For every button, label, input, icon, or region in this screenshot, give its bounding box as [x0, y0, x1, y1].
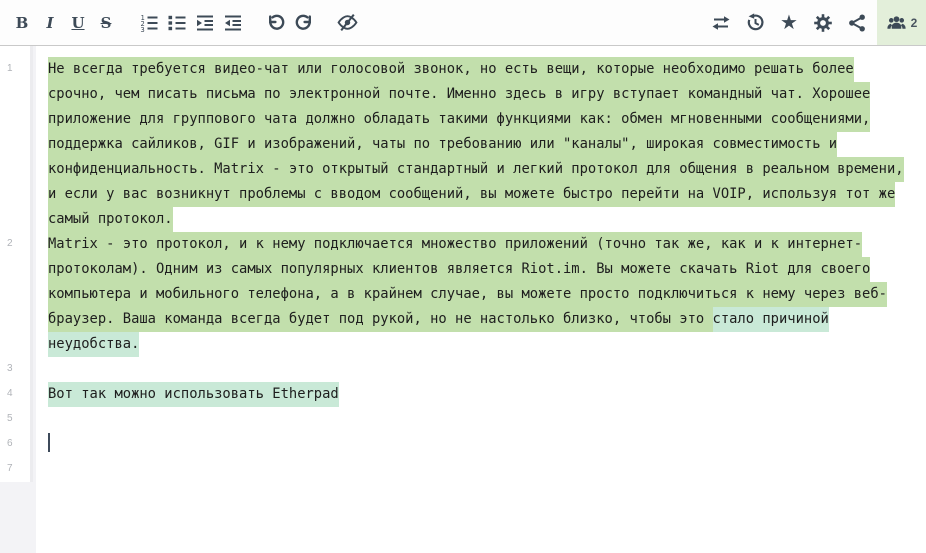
line-number: 5	[7, 413, 29, 424]
text-segment: поддержка сайликов, GIF и изображений, ч…	[48, 132, 837, 157]
import-export-button[interactable]	[707, 8, 735, 38]
clear-authorship-button[interactable]	[333, 8, 361, 38]
editor-line[interactable]: Не всегда требуется видео-чат или голосо…	[48, 57, 904, 82]
line-number: 1	[7, 63, 29, 74]
italic-button[interactable]: I	[36, 8, 64, 38]
import-export-icon	[711, 13, 731, 33]
text-segment: Не всегда требуется видео-чат или голосо…	[48, 57, 854, 82]
underline-icon: U	[71, 14, 84, 32]
line-number: 7	[7, 463, 29, 474]
text-segment: браузер. Ваша команда всегда будет под р…	[48, 307, 713, 332]
users-count: 2	[911, 16, 918, 30]
users-button[interactable]: 2	[877, 0, 926, 45]
text-segment: протоколам). Одним из самых популярных к…	[48, 257, 870, 282]
line-number: 4	[7, 388, 29, 399]
redo-button[interactable]	[290, 8, 318, 38]
history-clock-icon	[745, 12, 766, 33]
star-button[interactable]: ★	[775, 8, 803, 38]
line-number: 2	[7, 238, 29, 249]
editor-line[interactable]	[48, 357, 904, 382]
line-number: 6	[7, 438, 29, 449]
unordered-list-button[interactable]	[163, 8, 191, 38]
editor-line[interactable]: поддержка сайликов, GIF и изображений, ч…	[48, 132, 904, 157]
editor-line[interactable]: Вот так можно использовать Etherpad	[48, 382, 904, 407]
svg-text:3: 3	[141, 26, 145, 33]
editor-line[interactable]: конфиденциальность. Matrix - это открыты…	[48, 157, 904, 182]
gear-icon	[813, 13, 833, 33]
text-segment: Вот так можно использовать Etherpad	[48, 382, 339, 407]
outdent-button[interactable]	[219, 8, 247, 38]
bold-button[interactable]: B	[8, 8, 36, 38]
share-button[interactable]	[843, 8, 871, 38]
pad-editor[interactable]: 1 2 3 4 5 6 7 Не всегда требуется видео-…	[0, 46, 926, 553]
settings-button[interactable]	[809, 8, 837, 38]
outdent-icon	[223, 13, 243, 33]
editor-line[interactable]: неудобства.	[48, 332, 904, 357]
indent-button[interactable]	[191, 8, 219, 38]
toolbar-right: ★	[707, 0, 926, 45]
editor-line[interactable]: срочно, чем писать письма по электронной…	[48, 82, 904, 107]
editor-line[interactable]: протоколам). Одним из самых популярных к…	[48, 257, 904, 282]
history-button[interactable]	[741, 8, 769, 38]
strikethrough-icon: S	[101, 14, 112, 32]
bold-icon: B	[16, 14, 29, 32]
users-group-icon	[886, 14, 907, 32]
indent-icon	[195, 13, 215, 33]
editor-line[interactable]: и если у вас возникнут проблемы с вводом…	[48, 182, 904, 207]
text-segment: приложение для группового чата должно об…	[48, 107, 870, 132]
editor-line[interactable]: браузер. Ваша команда всегда будет под р…	[48, 307, 904, 332]
underline-button[interactable]: U	[64, 8, 92, 38]
undo-icon	[266, 13, 286, 33]
text-segment: Matrix - это протокол, и к нему подключа…	[48, 232, 862, 257]
editor-line[interactable]: Matrix - это протокол, и к нему подключа…	[48, 232, 904, 257]
text-caret	[48, 433, 50, 452]
strikethrough-button[interactable]: S	[92, 8, 120, 38]
text-segment: компьютера и мобильного телефона, а в кр…	[48, 282, 887, 307]
editor-line[interactable]	[48, 457, 904, 482]
unordered-list-icon	[167, 13, 187, 33]
editor-line[interactable]: приложение для группового чата должно об…	[48, 107, 904, 132]
redo-icon	[294, 13, 314, 33]
ordered-list-button[interactable]: 123	[135, 8, 163, 38]
toolbar: B I U S 123	[0, 0, 926, 46]
text-segment: конфиденциальность. Matrix - это открыты…	[48, 157, 904, 182]
star-icon: ★	[780, 13, 798, 33]
italic-icon: I	[46, 14, 53, 32]
undo-button[interactable]	[262, 8, 290, 38]
text-segment: и если у вас возникнут проблемы с вводом…	[48, 182, 895, 207]
text-segment: срочно, чем писать письма по электронной…	[48, 82, 870, 107]
editor-line[interactable]	[48, 407, 904, 432]
eye-slash-icon	[337, 12, 358, 33]
line-number-gutter: 1 2 3 4 5 6 7	[0, 46, 36, 553]
editor-line[interactable]: компьютера и мобильного телефона, а в кр…	[48, 282, 904, 307]
line-number: 3	[7, 363, 29, 374]
share-icon	[847, 13, 867, 33]
ordered-list-icon: 123	[139, 13, 159, 33]
editor-line[interactable]: самый протокол.	[48, 207, 904, 232]
text-segment: стало причиной	[713, 307, 829, 332]
text-segment: неудобства.	[48, 332, 139, 357]
editor-line[interactable]	[48, 432, 904, 457]
text-segment: самый протокол.	[48, 207, 173, 232]
pad-text-content[interactable]: Не всегда требуется видео-чат или голосо…	[36, 46, 904, 553]
